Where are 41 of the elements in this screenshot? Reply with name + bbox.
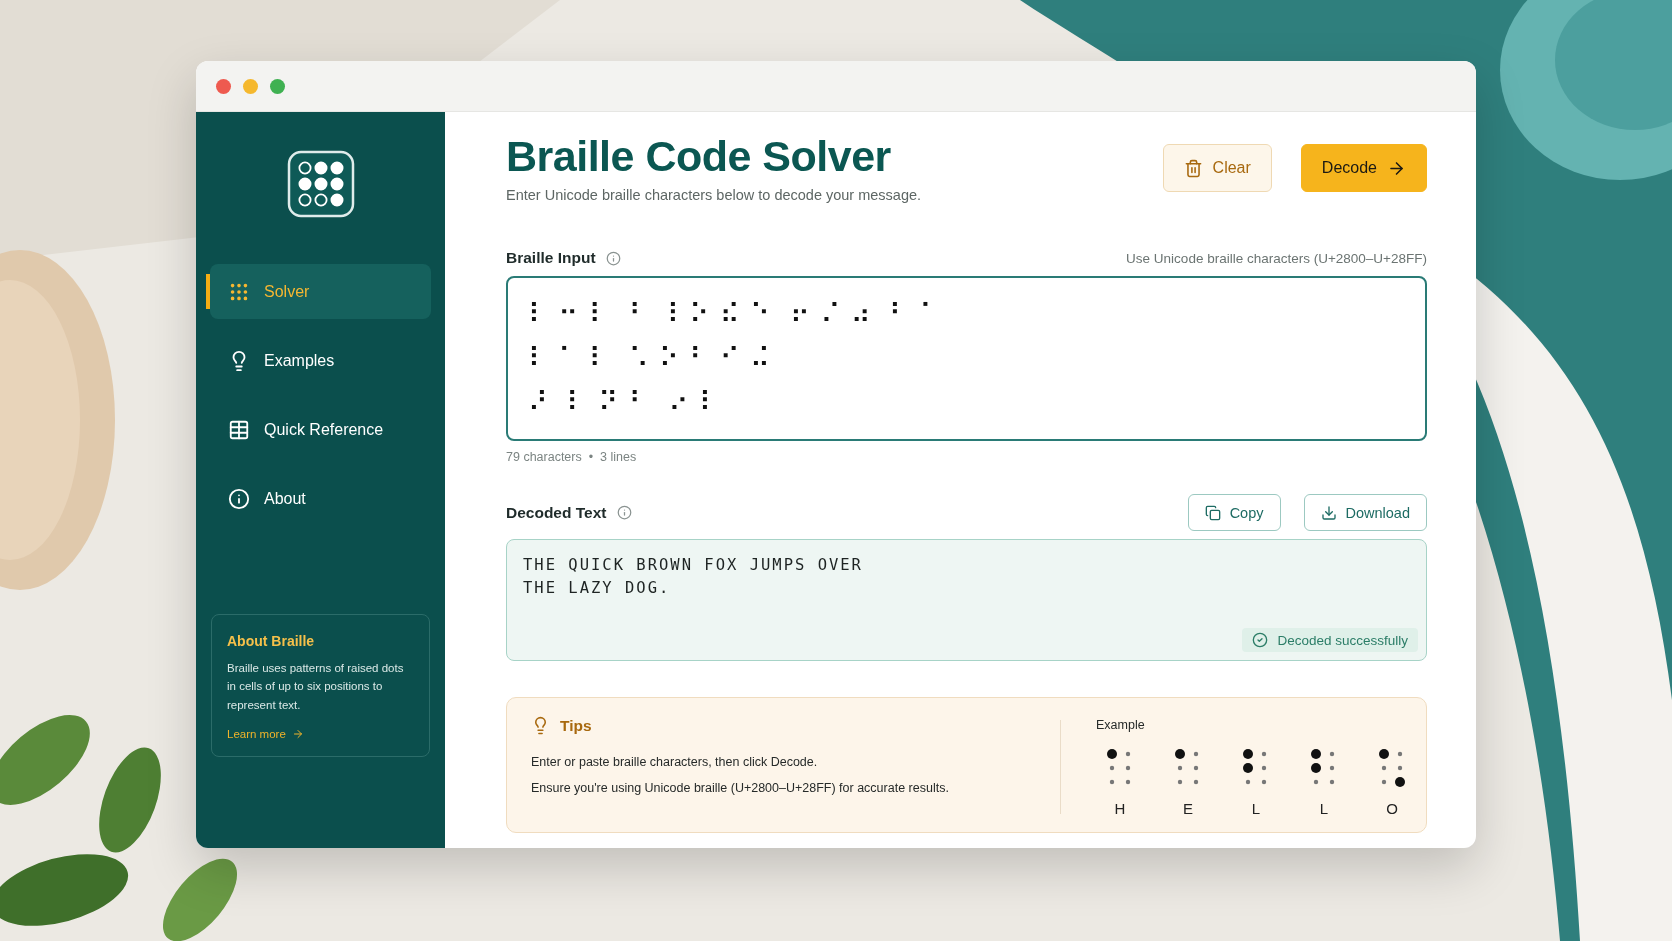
field-label: Decoded Text bbox=[506, 503, 607, 522]
example-letter: E bbox=[1183, 800, 1193, 818]
learn-more-link[interactable]: Learn more bbox=[227, 728, 304, 740]
sidebar-item[interactable]: Quick Reference bbox=[210, 402, 431, 457]
zoom-button[interactable] bbox=[270, 78, 285, 94]
clear-button[interactable]: Clear bbox=[1162, 144, 1272, 192]
copy-icon bbox=[1204, 504, 1221, 521]
decoded-text: THE QUICK BROWN FOX JUMPS OVER THE LAZY DOG. bbox=[523, 555, 864, 600]
info-icon[interactable] bbox=[616, 505, 632, 521]
success-badge: Decoded successfully bbox=[1242, 628, 1418, 653]
trash-icon bbox=[1183, 158, 1203, 178]
download-icon bbox=[1320, 504, 1337, 521]
page-title: Braille Code Solver bbox=[506, 132, 892, 182]
field-label: Braille Input bbox=[506, 249, 596, 268]
tips-title: Tips bbox=[560, 716, 592, 735]
field-hint: Use Unicode braille characters (U+2800–U+28FF) bbox=[1126, 250, 1427, 266]
page-subtitle: Enter Unicode braille characters below to decode your message. bbox=[506, 187, 922, 204]
example-label: Example bbox=[1096, 718, 1146, 733]
braille-input-field[interactable]: ⠇ ⠒ ⠇ ⠃ ⠸ ⠕ ⠮ ⠑ ⠖ ⠌ ⠴ ⠘ ⠈ ⠇ ⠁ ⠇ ⠡ ⠕ ⠃ ⠊ ⠬ ⠜ ⠸ ⠝ ⠃ ⠔ ⠇ bbox=[506, 276, 1427, 442]
sidebar-item[interactable]: Examples bbox=[210, 333, 431, 388]
tip-text: Enter or paste braille characters, then click Decode. bbox=[531, 755, 819, 770]
tip-text: Ensure you're using Unicode braille (U+2800–U+28FF) for accurate results. bbox=[531, 781, 950, 796]
table-icon bbox=[228, 418, 250, 441]
example-letter: L bbox=[1319, 800, 1329, 818]
arrow-right-icon bbox=[291, 728, 304, 740]
close-button[interactable] bbox=[216, 78, 231, 94]
example-letter: L bbox=[1251, 800, 1261, 818]
check-circle-icon bbox=[1252, 632, 1269, 649]
example-letter: H bbox=[1114, 800, 1126, 818]
sidebar-item[interactable]: About bbox=[210, 471, 431, 526]
info-icon[interactable] bbox=[605, 250, 621, 266]
logo-icon bbox=[286, 150, 355, 218]
info-icon bbox=[228, 487, 250, 510]
card-title: About Braille bbox=[227, 632, 316, 649]
card-text: Braille uses patterns of raised dots in cells of up to six positions to represent text. bbox=[227, 660, 405, 713]
copy-button[interactable]: Copy bbox=[1187, 494, 1281, 532]
character-count: 79 characters • 3 lines bbox=[506, 450, 638, 465]
download-button[interactable]: Download bbox=[1303, 494, 1427, 532]
example-letter: O bbox=[1386, 800, 1398, 818]
decode-button[interactable]: Decode bbox=[1300, 144, 1427, 192]
minimize-button[interactable] bbox=[243, 78, 258, 94]
